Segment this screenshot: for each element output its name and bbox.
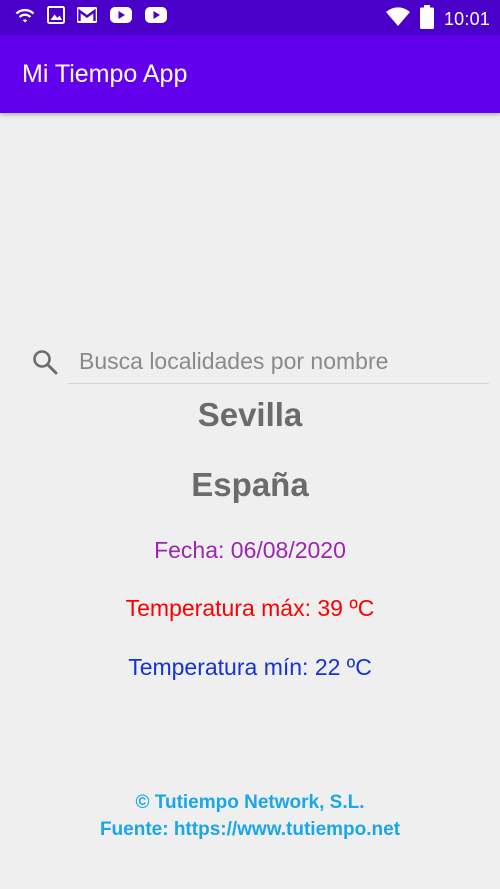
app-bar: Mi Tiempo App [0, 35, 500, 113]
source-link[interactable]: Fuente: https://www.tutiempo.net [0, 819, 500, 841]
temperature-min-label: Temperatura mín: 22 ºC [128, 654, 372, 680]
app-title: Mi Tiempo App [22, 60, 188, 88]
search-icon[interactable] [31, 348, 59, 381]
search-input[interactable] [68, 340, 489, 384]
country-name: España [191, 466, 309, 503]
youtube-icon [109, 6, 133, 24]
wifi-signal-icon [385, 7, 410, 32]
gmail-icon [76, 6, 98, 24]
wifi-icon [14, 6, 36, 24]
copyright-text: © Tutiempo Network, S.L. [135, 792, 365, 813]
image-icon [47, 6, 65, 24]
status-time: 10:01 [443, 9, 490, 29]
city-name: Sevilla [197, 396, 303, 433]
status-notification-icons [14, 6, 168, 24]
battery-icon [419, 5, 434, 34]
date-label: Fecha: 06/08/2020 [154, 537, 346, 563]
status-bar: 10:01 [0, 0, 500, 35]
status-system-icons: 10:01 [385, 5, 490, 34]
temperature-max-label: Temperatura máx: 39 ºC [125, 595, 375, 621]
search-bar[interactable] [28, 340, 490, 386]
youtube-icon [144, 6, 168, 24]
